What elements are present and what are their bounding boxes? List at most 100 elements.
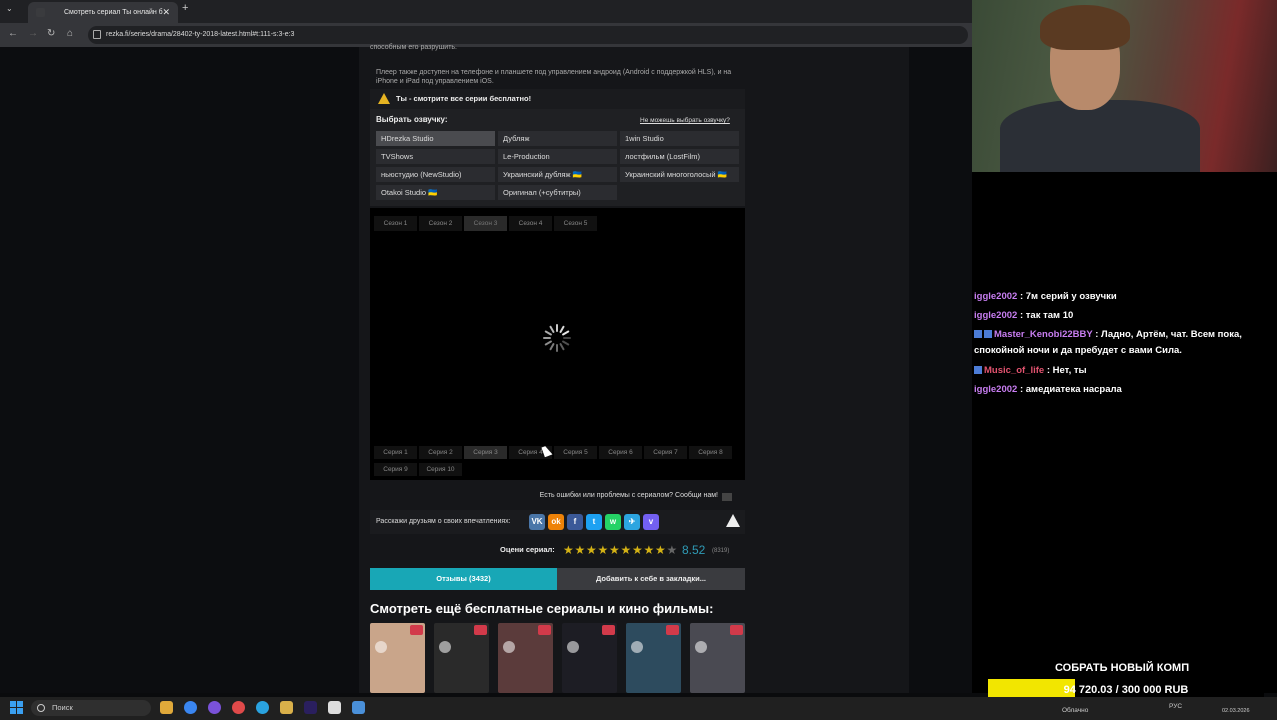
voice-help-link[interactable]: Не можешь выбрать озвучку? xyxy=(640,117,730,124)
voice-option[interactable]: HDrezka Studio xyxy=(376,131,495,146)
season-tab[interactable]: Сезон 4 xyxy=(509,216,552,231)
voice-option[interactable]: лостфильм (LostFilm) xyxy=(620,149,739,164)
chrome-icon[interactable] xyxy=(184,701,197,714)
weather-text: Облачно xyxy=(1062,707,1089,714)
voice-option[interactable]: Дубляж xyxy=(498,131,617,146)
whatsapp-icon[interactable]: w xyxy=(605,514,621,530)
poster-thumbnail[interactable] xyxy=(690,623,745,693)
play-icon xyxy=(375,641,387,653)
close-tab-icon[interactable]: ✕ xyxy=(162,2,170,23)
reviews-button[interactable]: Отзывы (3432) xyxy=(370,568,557,590)
season-tab[interactable]: Сезон 1 xyxy=(374,216,417,231)
season-tab[interactable]: Сезон 5 xyxy=(554,216,597,231)
app-icon-4[interactable] xyxy=(352,701,365,714)
poster-thumbnail[interactable] xyxy=(434,623,489,693)
rating-star-icon[interactable]: ★ xyxy=(632,543,643,557)
search-icon xyxy=(37,704,45,712)
chat-text: : так там 10 xyxy=(1017,310,1074,321)
rating-star-icon[interactable]: ★ xyxy=(586,543,597,557)
telegram-icon[interactable]: ✈ xyxy=(624,514,640,530)
notice-text: Ты - смотрите все серии бесплатно! xyxy=(396,94,532,103)
app-icon-2[interactable] xyxy=(232,701,245,714)
chat-username: iggle2002 xyxy=(974,310,1018,321)
episode-item[interactable]: Серия 2 xyxy=(419,446,462,459)
voice-option[interactable]: Le-Production xyxy=(498,149,617,164)
chat-message: Master_Kenobi22BBY : Ладно, Артём, чат. … xyxy=(974,327,1272,359)
rating-star-icon[interactable]: ★ xyxy=(667,543,678,557)
premiere-icon[interactable] xyxy=(304,701,317,714)
episode-item[interactable]: Серия 7 xyxy=(644,446,687,459)
date-text: 02.03.2026 xyxy=(1222,708,1250,714)
season-tab[interactable]: Сезон 3 xyxy=(464,216,507,231)
viber-icon[interactable]: v xyxy=(643,514,659,530)
poster-thumbnail[interactable] xyxy=(626,623,681,693)
episode-item[interactable]: Серия 5 xyxy=(554,446,597,459)
poster-thumbnail[interactable] xyxy=(498,623,553,693)
chat-username: Music_of_life xyxy=(984,365,1045,376)
forward-icon[interactable]: → xyxy=(28,28,38,39)
episode-item[interactable]: Серия 3 xyxy=(464,446,507,459)
voice-option[interactable]: Украинский дубляж 🇺🇦 xyxy=(498,167,617,182)
chat-text: : амедиатека насрала xyxy=(1017,384,1122,395)
episode-item[interactable]: Серия 8 xyxy=(689,446,732,459)
windows-start-icon[interactable] xyxy=(10,701,23,714)
ok-icon[interactable]: ok xyxy=(548,514,564,530)
voice-option[interactable]: ньюстудио (NewStudio) xyxy=(376,167,495,182)
voice-option[interactable]: Otakoi Studio 🇺🇦 xyxy=(376,185,495,200)
new-tab-button[interactable]: + xyxy=(182,2,188,14)
twitter-icon[interactable]: t xyxy=(586,514,602,530)
youtube-badge-icon xyxy=(666,625,679,635)
description-fragment: способным его разрушить. xyxy=(370,44,458,51)
poster-thumbnail[interactable] xyxy=(562,623,617,693)
rating-star-icon[interactable]: ★ xyxy=(598,543,609,557)
streamer-shirt xyxy=(1000,100,1200,172)
rating-star-icon[interactable]: ★ xyxy=(621,543,632,557)
app-icon-3[interactable] xyxy=(280,701,293,714)
rate-label: Оцени сериал: xyxy=(500,545,555,554)
season-tab[interactable]: Сезон 2 xyxy=(419,216,462,231)
site-info-icon[interactable] xyxy=(93,30,101,39)
rating-star-icon[interactable]: ★ xyxy=(609,543,620,557)
file-explorer-icon[interactable] xyxy=(160,701,173,714)
bell-icon[interactable] xyxy=(726,514,740,527)
loading-spinner-icon xyxy=(543,324,571,352)
report-error-link[interactable]: Есть ошибки или проблемы с сериалом? Соо… xyxy=(370,492,718,499)
reload-icon[interactable]: ↻ xyxy=(47,28,55,39)
voice-option[interactable]: 1win Studio xyxy=(620,131,739,146)
tab-title: Смотреть сериал Ты онлайн б xyxy=(64,9,163,16)
taskbar-search[interactable]: Поиск xyxy=(31,700,151,716)
voice-option[interactable]: Оригинал (+субтитры) xyxy=(498,185,617,200)
language-indicator[interactable]: РУС xyxy=(1169,703,1182,710)
poster-thumbnail[interactable] xyxy=(370,623,425,693)
report-icon[interactable] xyxy=(722,493,732,501)
app-icon-1[interactable] xyxy=(208,701,221,714)
home-icon[interactable]: ⌂ xyxy=(67,28,73,39)
play-icon xyxy=(439,641,451,653)
tab-search-icon[interactable]: ⌄ xyxy=(6,4,13,13)
rating-star-icon[interactable]: ★ xyxy=(563,543,574,557)
episode-item[interactable]: Серия 1 xyxy=(374,446,417,459)
youtube-badge-icon xyxy=(602,625,615,635)
address-bar[interactable]: rezka.fi/series/drama/28402-ty-2018-late… xyxy=(88,26,968,44)
back-icon[interactable]: ← xyxy=(8,28,18,39)
facebook-icon[interactable]: f xyxy=(567,514,583,530)
telegram-taskbar-icon[interactable] xyxy=(256,701,269,714)
share-text: Расскажи друзьям о своих впечатлениях: xyxy=(376,518,511,525)
browser-tab[interactable]: Смотреть сериал Ты онлайн б ✕ xyxy=(28,2,178,23)
obs-icon[interactable] xyxy=(328,701,341,714)
chat-username: iggle2002 xyxy=(974,384,1018,395)
rating-star-icon[interactable]: ★ xyxy=(575,543,586,557)
episode-item[interactable]: Серия 6 xyxy=(599,446,642,459)
episode-item[interactable]: Серия 9 xyxy=(374,463,417,476)
play-icon xyxy=(631,641,643,653)
voice-option[interactable]: Украинский многоголосый 🇺🇦 xyxy=(620,167,739,182)
vk-icon[interactable]: VK xyxy=(529,514,545,530)
rating-star-icon[interactable]: ★ xyxy=(644,543,655,557)
streamer-hair xyxy=(1040,5,1130,50)
voice-option[interactable]: TVShows xyxy=(376,149,495,164)
episode-item[interactable]: Серия 10 xyxy=(419,463,462,476)
play-icon xyxy=(503,641,515,653)
bookmark-button[interactable]: Добавить к себе в закладки... xyxy=(557,568,745,590)
rating-star-icon[interactable]: ★ xyxy=(655,543,666,557)
rating-count: (8319) xyxy=(712,548,730,554)
